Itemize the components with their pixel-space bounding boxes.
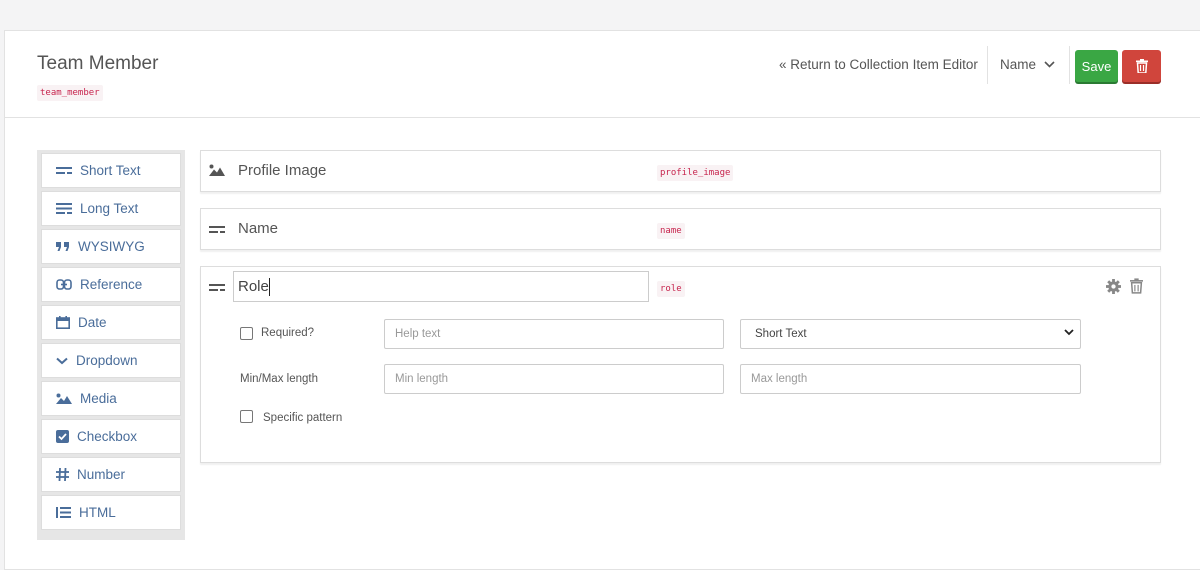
hash-icon xyxy=(56,468,69,481)
palette-item-label: Media xyxy=(80,391,117,406)
palette-item-dropdown[interactable]: Dropdown xyxy=(41,343,181,378)
palette-item-label: Short Text xyxy=(80,163,141,178)
pattern-checkbox[interactable] xyxy=(240,410,253,423)
field-row-profile-image[interactable]: Profile Image profile_image xyxy=(200,150,1161,192)
palette-item-long-text[interactable]: Long Text xyxy=(41,191,181,226)
palette-item-media[interactable]: Media xyxy=(41,381,181,416)
long-text-icon xyxy=(56,203,72,214)
checkbox-icon xyxy=(56,430,69,443)
collection-editor-card: Team Member team_member « Return to Coll… xyxy=(4,30,1200,570)
min-length-input[interactable] xyxy=(384,364,724,394)
list-icon xyxy=(56,507,71,518)
palette-item-label: Checkbox xyxy=(77,429,138,444)
palette-item-label: Dropdown xyxy=(76,353,138,368)
sort-label: Name xyxy=(1000,57,1037,72)
required-label: Required? xyxy=(261,327,315,339)
pattern-label: Specific pattern xyxy=(263,412,343,424)
header-divider xyxy=(987,46,988,84)
palette-item-reference[interactable]: Reference xyxy=(41,267,181,302)
return-link[interactable]: « Return to Collection Item Editor xyxy=(779,57,978,72)
palette-item-checkbox[interactable]: Checkbox xyxy=(41,419,181,454)
gear-icon[interactable] xyxy=(1106,279,1121,294)
field-label: Name xyxy=(238,220,279,237)
calendar-icon xyxy=(56,316,70,329)
palette-item-date[interactable]: Date xyxy=(41,305,181,340)
minmax-label: Min/Max length xyxy=(240,373,318,385)
required-checkbox[interactable] xyxy=(240,327,253,340)
palette-item-number[interactable]: Number xyxy=(41,457,181,492)
palette-item-html[interactable]: HTML xyxy=(41,495,181,530)
quote-icon xyxy=(56,242,69,251)
field-type-select[interactable]: Short Text xyxy=(740,319,1081,349)
page-title: Team Member xyxy=(37,53,159,74)
palette-item-label: Number xyxy=(77,467,126,482)
field-key: name xyxy=(657,223,685,239)
short-text-icon xyxy=(209,226,225,233)
field-row-name[interactable]: Name name xyxy=(200,208,1161,250)
image-icon xyxy=(209,164,225,176)
field-type-value: Short Text xyxy=(755,328,807,340)
chevron-down-icon xyxy=(1044,61,1055,68)
short-text-icon xyxy=(56,166,72,174)
palette-item-label: HTML xyxy=(79,505,116,520)
field-type-palette: Short Text Long Text WYSIWYG Reference D… xyxy=(37,150,185,540)
palette-item-label: Reference xyxy=(80,277,143,292)
max-length-input[interactable] xyxy=(740,364,1081,394)
editor-header: Team Member team_member « Return to Coll… xyxy=(5,31,1200,118)
field-row-role[interactable]: Role role Required? Short Text Min/Max l… xyxy=(200,266,1161,463)
text-caret xyxy=(268,277,270,296)
image-icon xyxy=(56,393,72,404)
sort-dropdown[interactable]: Name xyxy=(1000,57,1055,72)
link-icon xyxy=(56,279,72,290)
help-text-input[interactable] xyxy=(384,319,724,349)
chevron-down-icon xyxy=(1064,329,1074,336)
field-label-value: Role xyxy=(238,278,269,295)
palette-item-label: Long Text xyxy=(80,201,139,216)
palette-item-label: WYSIWYG xyxy=(78,239,145,254)
field-label-input[interactable]: Role xyxy=(233,271,649,302)
palette-item-label: Date xyxy=(78,315,107,330)
field-key: role xyxy=(657,281,685,297)
palette-item-short-text[interactable]: Short Text xyxy=(41,153,181,188)
field-label: Profile Image xyxy=(238,162,327,179)
collection-slug: team_member xyxy=(37,85,103,101)
save-button[interactable]: Save xyxy=(1075,50,1118,82)
trash-icon xyxy=(1135,59,1148,73)
delete-button[interactable] xyxy=(1122,50,1161,82)
header-divider xyxy=(1069,46,1070,84)
field-key: profile_image xyxy=(657,165,734,181)
trash-icon[interactable] xyxy=(1130,278,1143,294)
chevron-down-icon xyxy=(56,357,68,364)
palette-item-wysiwyg[interactable]: WYSIWYG xyxy=(41,229,181,264)
short-text-icon xyxy=(209,284,225,291)
